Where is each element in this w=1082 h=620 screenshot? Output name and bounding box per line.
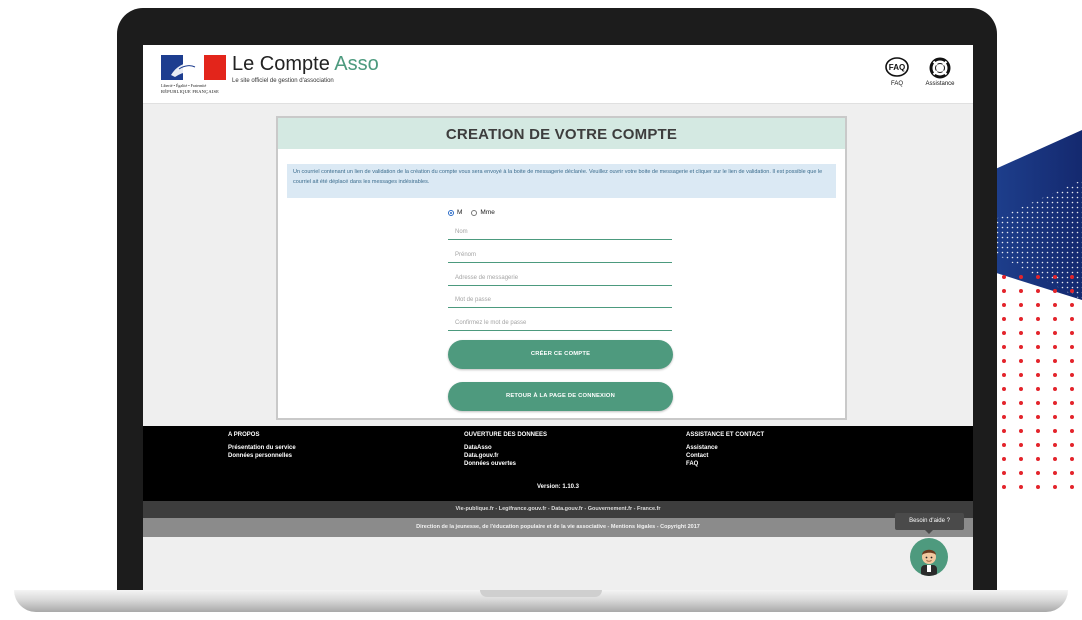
marianne-flag-icon	[161, 55, 226, 80]
footer-col-assistance: ASSISTANCE ET CONTACT Assistance Contact…	[686, 432, 764, 468]
site-header: Liberté • Égalité • Fraternité RÉPUBLIQU…	[143, 45, 973, 104]
radio-m[interactable]	[448, 209, 454, 216]
footer-link-faq[interactable]: FAQ	[686, 460, 764, 468]
site-subtitle: Le site officiel de gestion d'associatio…	[232, 78, 334, 84]
faq-icon-text: FAQ	[889, 63, 905, 72]
radio-mme[interactable]	[471, 209, 478, 216]
back-to-login-button[interactable]: RETOUR À LA PAGE DE CONNEXION	[448, 382, 673, 411]
info-message: Un courriel contenant un lien de validat…	[287, 164, 836, 198]
password-confirm-field[interactable]: Confirmez le mot de passe	[448, 315, 672, 331]
logo-republique: RÉPUBLIQUE FRANÇAISE	[161, 89, 220, 94]
footer-link-datagouv[interactable]: Data.gouv.fr	[464, 452, 547, 460]
footer-link-donnees-ouvertes[interactable]: Données ouvertes	[464, 460, 547, 468]
assistant-avatar-icon	[921, 549, 937, 576]
footer-link-assistance[interactable]: Assistance	[686, 444, 764, 452]
radio-mme-label[interactable]: Mme	[480, 209, 494, 216]
version-text: Version: 1.10.3	[536, 484, 580, 490]
footer-link-dataasso[interactable]: DataAsso	[464, 444, 547, 452]
faq-link[interactable]: FAQ FAQ	[875, 57, 919, 87]
footer-heading-apropos: A PROPOS	[228, 432, 260, 438]
footer-col-ouverture: OUVERTURE DES DONNEES DataAsso Data.gouv…	[464, 432, 547, 468]
browser-screen: Liberté • Égalité • Fraternité RÉPUBLIQU…	[143, 45, 973, 590]
footer-link-contact[interactable]: Contact	[686, 452, 764, 460]
page-title: CREATION DE VOTRE COMPTE	[278, 118, 845, 149]
create-account-button[interactable]: CRÉER CE COMPTE	[448, 340, 673, 369]
account-creation-card: CREATION DE VOTRE COMPTE Un courriel con…	[276, 116, 847, 420]
partner-links[interactable]: Vie-publique.fr - Legifrance.gouv.fr - D…	[143, 501, 973, 518]
footer-link-presentation[interactable]: Présentation du service	[228, 444, 296, 452]
footer-heading-assistance: ASSISTANCE ET CONTACT	[686, 432, 765, 438]
faq-icon: FAQ	[885, 57, 909, 77]
laptop-notch	[480, 590, 602, 597]
password-field[interactable]: Mot de passe	[448, 292, 672, 308]
email-field[interactable]: Adresse de messagerie	[448, 270, 672, 286]
assistance-label: Assistance	[925, 81, 955, 87]
footer-heading-ouverture: OUVERTURE DES DONNEES	[464, 432, 548, 438]
republique-francaise-logo[interactable]: Liberté • Égalité • Fraternité RÉPUBLIQU…	[161, 55, 226, 97]
site-title[interactable]: Le Compte Asso	[232, 53, 379, 76]
radio-m-label[interactable]: M	[457, 209, 462, 216]
site-title-main: Le Compte	[232, 53, 330, 75]
site-footer: A PROPOS Présentation du service Données…	[143, 426, 973, 501]
lifebuoy-icon	[929, 57, 951, 79]
faq-label: FAQ	[890, 81, 903, 87]
site-title-accent: Asso	[334, 53, 379, 75]
copyright-bar[interactable]: Direction de la jeunesse, de l'éducation…	[143, 518, 973, 537]
footer-col-apropos: A PROPOS Présentation du service Données…	[228, 432, 296, 460]
prenom-field[interactable]: Prénom	[448, 247, 672, 263]
logo-motto: Liberté • Égalité • Fraternité	[161, 83, 207, 88]
help-chat-button[interactable]	[910, 538, 948, 576]
assistance-link[interactable]: Assistance	[918, 57, 962, 87]
nom-field[interactable]: Nom	[448, 224, 672, 240]
footer-link-donnees-personnelles[interactable]: Données personnelles	[228, 452, 296, 460]
help-tooltip: Besoin d'aide ?	[895, 513, 964, 534]
civility-radio-group: M Mme	[448, 209, 495, 216]
decorative-red-dots	[996, 270, 1082, 490]
